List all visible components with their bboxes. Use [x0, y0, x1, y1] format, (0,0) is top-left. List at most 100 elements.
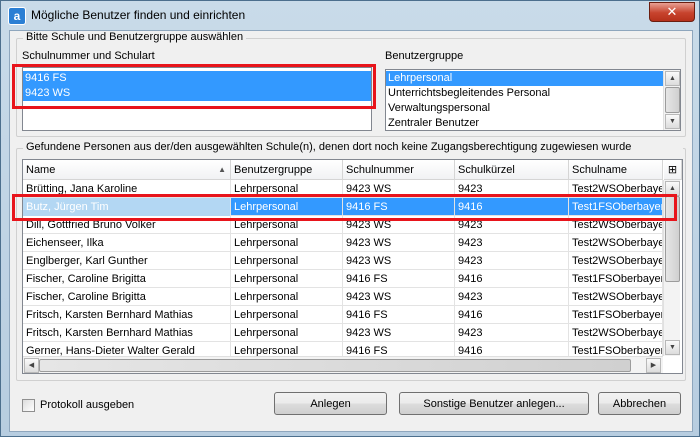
- table-cell: 9416: [455, 306, 569, 324]
- table-row[interactable]: Butz, Jürgen Tim Lehrpersonal 9416 FS 9416 T…: [23, 198, 663, 216]
- dialog-client-area: Bitte Schule und Benutzergruppe auswähle…: [9, 30, 693, 432]
- table-cell: 9423 WS: [343, 324, 455, 342]
- table-cell: Lehrpersonal: [231, 270, 343, 288]
- table-cell: Test1FSOberbayern: [569, 270, 663, 288]
- table-cell: Lehrpersonal: [231, 324, 343, 342]
- table-cell: 9423 WS: [343, 252, 455, 270]
- column-header[interactable]: Name ▲: [23, 160, 231, 180]
- table-scroll-left-icon[interactable]: ◀: [24, 358, 39, 373]
- results-group-legend: Gefundene Personen aus der/den ausgewähl…: [23, 141, 683, 153]
- protocol-label[interactable]: Protokoll ausgeben: [40, 399, 134, 411]
- table-cell: Test1FSOberbayern: [569, 198, 663, 216]
- table-cell: 9423: [455, 288, 569, 306]
- school-group-legend: Bitte Schule und Benutzergruppe auswähle…: [23, 31, 247, 43]
- user-group-list-item[interactable]: Unterrichtsbegleitendes Personal: [386, 86, 680, 101]
- table-cell: 9423 WS: [343, 216, 455, 234]
- sort-ascending-icon: ▲: [218, 165, 226, 174]
- school-listbox[interactable]: 9416 FS 9423 WS: [22, 67, 372, 131]
- results-table[interactable]: Name ▲ Benutzergruppe Schulnummer Schulkürze…: [22, 159, 683, 374]
- column-header[interactable]: Benutzergruppe: [231, 160, 343, 180]
- table-cell: 9416: [455, 270, 569, 288]
- school-list-item[interactable]: 9423 WS: [23, 86, 371, 101]
- table-row[interactable]: Englberger, Karl Gunther Lehrpersonal 9423…: [23, 252, 663, 270]
- column-header[interactable]: Schulnummer: [343, 160, 455, 180]
- scroll-thumb[interactable]: [665, 87, 680, 113]
- table-cell: Test2WSOberbayern: [569, 252, 663, 270]
- table-row[interactable]: Fischer, Caroline Brigitta Lehrpersonal 94…: [23, 270, 663, 288]
- table-cell: Lehrpersonal: [231, 288, 343, 306]
- table-horizontal-scrollbar[interactable]: ◀ ▶: [23, 356, 663, 373]
- table-cell: 9423 WS: [343, 234, 455, 252]
- table-cell: 9416 FS: [343, 198, 455, 216]
- table-row[interactable]: Eichenseer, Ilka Lehrpersonal 9423 WS 9423 T…: [23, 234, 663, 252]
- column-header-label: Benutzergruppe: [234, 164, 313, 176]
- app-logo-icon: a: [8, 7, 26, 25]
- column-chooser-icon[interactable]: ⊞: [664, 160, 682, 180]
- table-cell: Lehrpersonal: [231, 234, 343, 252]
- table-cell: 9423: [455, 252, 569, 270]
- table-cell: Lehrpersonal: [231, 198, 343, 216]
- user-group-listbox[interactable]: Lehrpersonal Unterrichtsbegleitendes Pers…: [385, 69, 681, 131]
- user-group-list-item[interactable]: Verwaltungspersonal: [386, 101, 680, 116]
- table-scroll-thumb[interactable]: [665, 196, 680, 282]
- table-row[interactable]: Fischer, Caroline Brigitta Lehrpersonal 94…: [23, 288, 663, 306]
- create-other-users-button[interactable]: Sonstige Benutzer anlegen...: [399, 392, 589, 415]
- table-cell: 9423: [455, 324, 569, 342]
- table-row[interactable]: Dill, Gottfried Bruno Volker Lehrpersonal…: [23, 216, 663, 234]
- school-list-label: Schulnummer und Schulart: [22, 50, 155, 62]
- scroll-down-arrow-icon[interactable]: ▼: [665, 114, 680, 129]
- column-header[interactable]: Schulname: [569, 160, 663, 180]
- window-title: Mögliche Benutzer finden und einrichten: [31, 8, 246, 22]
- table-cell: Lehrpersonal: [231, 180, 343, 198]
- table-cell: Fritsch, Karsten Bernhard Mathias: [23, 324, 231, 342]
- table-scroll-up-icon[interactable]: ▲: [665, 181, 680, 196]
- user-group-list-item[interactable]: Lehrpersonal: [386, 71, 680, 86]
- table-cell: Eichenseer, Ilka: [23, 234, 231, 252]
- table-cell: 9416 FS: [343, 306, 455, 324]
- table-scroll-down-icon[interactable]: ▼: [665, 340, 680, 355]
- column-header-label: Name: [26, 164, 56, 176]
- table-row[interactable]: Fritsch, Karsten Bernhard Mathias Lehrper…: [23, 306, 663, 324]
- create-button[interactable]: Anlegen: [274, 392, 387, 415]
- table-cell: Fischer, Caroline Brigitta: [23, 288, 231, 306]
- cancel-button[interactable]: Abbrechen: [598, 392, 681, 415]
- title-bar[interactable]: a Mögliche Benutzer finden und einrichte…: [1, 1, 699, 29]
- column-header-label: Schulkürzel: [458, 164, 515, 176]
- table-cell: 9423 WS: [343, 180, 455, 198]
- group-scrollbar[interactable]: ▲ ▼: [663, 70, 680, 130]
- table-cell: 9423: [455, 216, 569, 234]
- table-cell: 9423: [455, 234, 569, 252]
- table-cell: Test2WSOberbayern: [569, 234, 663, 252]
- column-header-label: Schulname: [572, 164, 628, 176]
- table-cell: Lehrpersonal: [231, 306, 343, 324]
- table-cell: Brütting, Jana Karoline: [23, 180, 231, 198]
- table-cell: Test2WSOberbayern: [569, 180, 663, 198]
- column-header[interactable]: Schulkürzel: [455, 160, 569, 180]
- table-cell: Test2WSOberbayern: [569, 216, 663, 234]
- table-cell: Lehrpersonal: [231, 252, 343, 270]
- table-hscroll-thumb[interactable]: [39, 359, 631, 372]
- close-button[interactable]: ✕: [649, 2, 695, 22]
- table-cell: Test2WSOberbayern: [569, 324, 663, 342]
- table-cell: Butz, Jürgen Tim: [23, 198, 231, 216]
- table-cell: Fischer, Caroline Brigitta: [23, 270, 231, 288]
- table-cell: 9423: [455, 180, 569, 198]
- table-cell: 9423 WS: [343, 288, 455, 306]
- table-cell: Dill, Gottfried Bruno Volker: [23, 216, 231, 234]
- table-row[interactable]: Brütting, Jana Karoline Lehrpersonal 9423 …: [23, 180, 663, 198]
- scroll-up-arrow-icon[interactable]: ▲: [665, 71, 680, 86]
- table-cell: Test2WSOberbayern: [569, 288, 663, 306]
- table-cell: 9416 FS: [343, 270, 455, 288]
- user-group-label: Benutzergruppe: [385, 50, 464, 62]
- user-group-list-item[interactable]: Zentraler Benutzer: [386, 116, 680, 130]
- table-row[interactable]: Fritsch, Karsten Bernhard Mathias Lehrper…: [23, 324, 663, 342]
- column-header-label: Schulnummer: [346, 164, 414, 176]
- protocol-checkbox[interactable]: [22, 399, 35, 412]
- table-vertical-scrollbar[interactable]: ▲ ▼: [663, 180, 680, 356]
- table-scroll-right-icon[interactable]: ▶: [646, 358, 661, 373]
- school-list-item[interactable]: 9416 FS: [23, 71, 371, 86]
- dialog-window: a Mögliche Benutzer finden und einrichte…: [0, 0, 700, 437]
- table-cell: Lehrpersonal: [231, 216, 343, 234]
- table-cell: Test1FSOberbayern: [569, 306, 663, 324]
- table-cell: Englberger, Karl Gunther: [23, 252, 231, 270]
